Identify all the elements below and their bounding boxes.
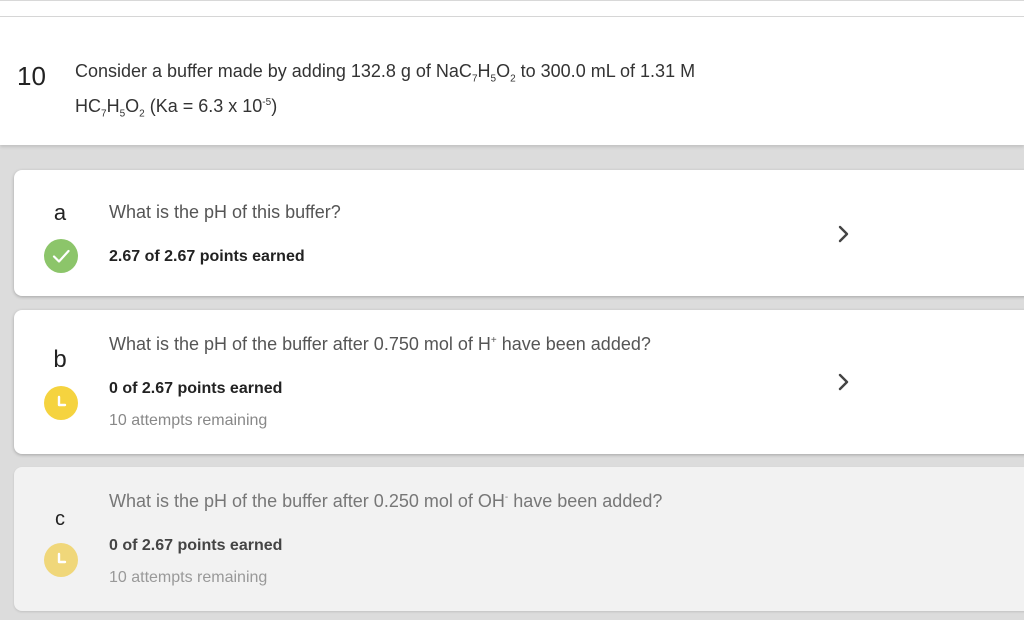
part-c-card: c What is the pH of the buffer after 0.2… bbox=[14, 467, 1024, 611]
part-letter: b bbox=[53, 346, 67, 373]
part-letter: c bbox=[55, 508, 65, 530]
question-text: Consider a buffer made by adding 132.8 g… bbox=[75, 61, 696, 120]
check-icon bbox=[44, 239, 78, 273]
question-number: 10 bbox=[17, 61, 46, 91]
chevron-right-icon[interactable] bbox=[832, 222, 856, 246]
part-prompt: What is the pH of the buffer after 0.250… bbox=[109, 491, 663, 511]
points-earned: 2.67 of 2.67 points earned bbox=[109, 248, 305, 265]
points-earned: 0 of 2.67 points earned bbox=[109, 380, 283, 397]
clock-icon bbox=[44, 543, 78, 577]
part-prompt: What is the pH of the buffer after 0.750… bbox=[109, 334, 651, 354]
part-letter: a bbox=[53, 200, 67, 225]
chevron-right-icon[interactable] bbox=[832, 370, 856, 394]
question-header: 10 Consider a buffer made by adding 132.… bbox=[0, 0, 1024, 145]
part-b-card[interactable]: b What is the pH of the buffer after 0.7… bbox=[14, 310, 1024, 454]
clock-icon bbox=[44, 386, 78, 420]
points-earned: 0 of 2.67 points earned bbox=[109, 537, 283, 554]
attempts-remaining: 10 attempts remaining bbox=[109, 412, 268, 429]
attempts-remaining: 10 attempts remaining bbox=[109, 569, 268, 586]
part-prompt: What is the pH of this buffer? bbox=[109, 202, 341, 222]
part-a-card[interactable]: a What is the pH of this buffer? 2.67 of… bbox=[14, 170, 1024, 296]
